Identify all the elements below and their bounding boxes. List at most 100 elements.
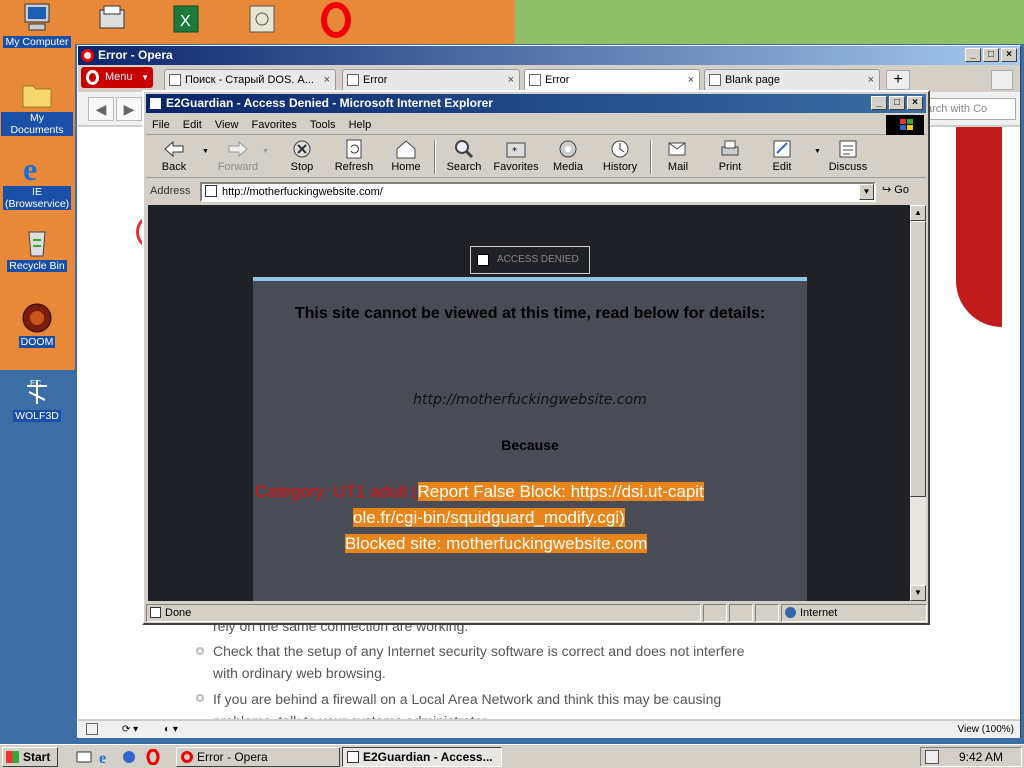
vertical-scrollbar[interactable]: ▲ ▼: [910, 205, 926, 601]
stop-button[interactable]: Stop: [278, 139, 326, 173]
print-button[interactable]: Print: [706, 139, 754, 173]
menu-file[interactable]: File: [152, 119, 170, 131]
maximize-button[interactable]: □: [983, 48, 999, 62]
scroll-up-button[interactable]: ▲: [910, 205, 926, 221]
stop-icon: [291, 139, 313, 159]
excel-shortcut-icon[interactable]: X: [168, 2, 204, 38]
windows-logo-icon: [886, 115, 924, 135]
maximize-button[interactable]: □: [889, 96, 905, 110]
opera-icon[interactable]: [145, 748, 161, 766]
start-button[interactable]: Start: [2, 747, 58, 767]
task-ie[interactable]: E2Guardian - Access...: [342, 747, 502, 767]
report-false-block-link-cont[interactable]: ole.fr/cgi-bin/squidguard_modify.cgi): [353, 508, 625, 527]
page-icon: [347, 74, 359, 86]
show-desktop-icon[interactable]: [76, 749, 92, 765]
report-false-block-link[interactable]: Report False Block: https://dsi.ut-capit: [417, 482, 704, 501]
clock[interactable]: 9:42 AM: [959, 750, 1003, 764]
go-button[interactable]: ↪ Go: [882, 183, 909, 196]
reload-icon[interactable]: ⟳ ▾: [122, 721, 138, 738]
menu-view[interactable]: View: [215, 119, 239, 131]
opera-titlebar[interactable]: Error - Opera _ □ ×: [78, 46, 1020, 65]
toolbar-label: History: [602, 161, 638, 173]
menu-tools[interactable]: Tools: [310, 119, 336, 131]
blocked-site-text: Blocked site: motherfuckingwebsite.com: [345, 534, 648, 553]
tray-app-icon[interactable]: [925, 750, 939, 764]
turbo-icon[interactable]: ◐ ▾: [164, 721, 178, 738]
favorites-button[interactable]: * Favorites: [492, 139, 540, 173]
zoom-label[interactable]: View (100%): [957, 721, 1014, 738]
minimize-button[interactable]: _: [965, 48, 981, 62]
media-button[interactable]: Media: [544, 139, 592, 173]
new-tab-button[interactable]: +: [886, 70, 910, 90]
opera-menu-label: Menu: [105, 71, 133, 83]
status-done: Done: [165, 607, 192, 619]
forward-button[interactable]: Forward: [214, 139, 262, 173]
refresh-button[interactable]: Refresh: [330, 139, 378, 173]
desktop-icon-ie[interactable]: e IE (Browservice): [1, 151, 73, 210]
panel-toggle-icon[interactable]: [86, 723, 98, 735]
toolbar-label: Stop: [290, 161, 314, 173]
minimize-button[interactable]: _: [871, 96, 887, 110]
address-input[interactable]: http://motherfuckingwebsite.com/ ▼: [200, 182, 876, 202]
chevron-down-icon[interactable]: ▼: [262, 148, 269, 155]
broken-image-icon: [477, 254, 489, 266]
edit-button[interactable]: Edit: [758, 139, 806, 173]
chevron-down-icon[interactable]: ▼: [814, 148, 821, 155]
close-icon[interactable]: ×: [508, 70, 514, 90]
internet-explorer-icon[interactable]: e: [98, 749, 114, 767]
close-button[interactable]: ×: [1001, 48, 1017, 62]
tab-error-1[interactable]: Error ×: [342, 69, 520, 91]
search-button[interactable]: Search: [440, 139, 488, 173]
trash-icon[interactable]: [991, 70, 1013, 90]
opera-shortcut-icon[interactable]: [318, 2, 354, 38]
computer-icon: [21, 2, 53, 34]
opera-logo-icon: [86, 70, 99, 85]
close-icon[interactable]: ×: [868, 70, 874, 90]
windows-logo-icon: [6, 751, 19, 763]
menu-edit[interactable]: Edit: [183, 119, 202, 131]
tab-label: Blank page: [725, 74, 781, 86]
close-button[interactable]: ×: [907, 96, 923, 110]
mail-button[interactable]: Mail: [654, 139, 702, 173]
desktop-icon-wolf3d[interactable]: EC WOLF3D: [1, 376, 73, 422]
folder-icon: [21, 78, 53, 110]
chevron-down-icon[interactable]: ▼: [859, 184, 874, 200]
page-heading: This site cannot be viewed at this time,…: [294, 305, 766, 322]
discuss-button[interactable]: Discuss: [824, 139, 872, 173]
page-icon: [205, 185, 217, 197]
close-icon[interactable]: ×: [688, 70, 694, 90]
tab-blank-page[interactable]: Blank page ×: [704, 69, 880, 91]
menu-favorites[interactable]: Favorites: [252, 119, 297, 131]
toolbar-label: Favorites: [493, 161, 539, 173]
scroll-thumb[interactable]: [910, 221, 926, 497]
desktop-icon-my-computer[interactable]: My Computer: [1, 2, 73, 48]
chevron-down-icon[interactable]: ▼: [202, 148, 209, 155]
forward-button[interactable]: ▶: [116, 97, 142, 121]
tab-search[interactable]: Поиск - Старый DOS. А... ×: [164, 69, 336, 91]
opera-error-graphic: [956, 127, 1002, 327]
discuss-icon: [837, 139, 859, 159]
opera-icon: [181, 751, 193, 763]
control-shortcut-icon[interactable]: [244, 2, 280, 38]
tab-error-active[interactable]: Error ×: [524, 69, 700, 91]
scroll-down-button[interactable]: ▼: [910, 585, 926, 601]
opera-menu-button[interactable]: Menu ▼: [81, 67, 153, 88]
menu-help[interactable]: Help: [349, 119, 372, 131]
desktop-icon-doom[interactable]: DOOM: [1, 302, 73, 348]
desktop-icon-my-documents[interactable]: My Documents: [1, 78, 73, 136]
opera-title: Error - Opera: [98, 48, 173, 62]
search-input[interactable]: arch with Co: [921, 98, 1016, 120]
home-icon: [395, 139, 417, 159]
svg-text:*: *: [512, 146, 517, 157]
desktop-icon-recycle-bin[interactable]: Recycle Bin: [1, 226, 73, 272]
back-button[interactable]: ◀: [88, 97, 114, 121]
printer-shortcut-icon[interactable]: [94, 2, 130, 38]
back-button[interactable]: Back: [150, 139, 198, 173]
history-button[interactable]: History: [596, 139, 644, 173]
outlook-icon[interactable]: [121, 749, 137, 765]
home-button[interactable]: Home: [382, 139, 430, 173]
task-opera[interactable]: Error - Opera: [176, 747, 340, 767]
wallpaper-strip: [75, 0, 515, 44]
ie-titlebar[interactable]: E2Guardian - Access Denied - Microsoft I…: [146, 94, 926, 113]
close-icon[interactable]: ×: [324, 70, 330, 90]
